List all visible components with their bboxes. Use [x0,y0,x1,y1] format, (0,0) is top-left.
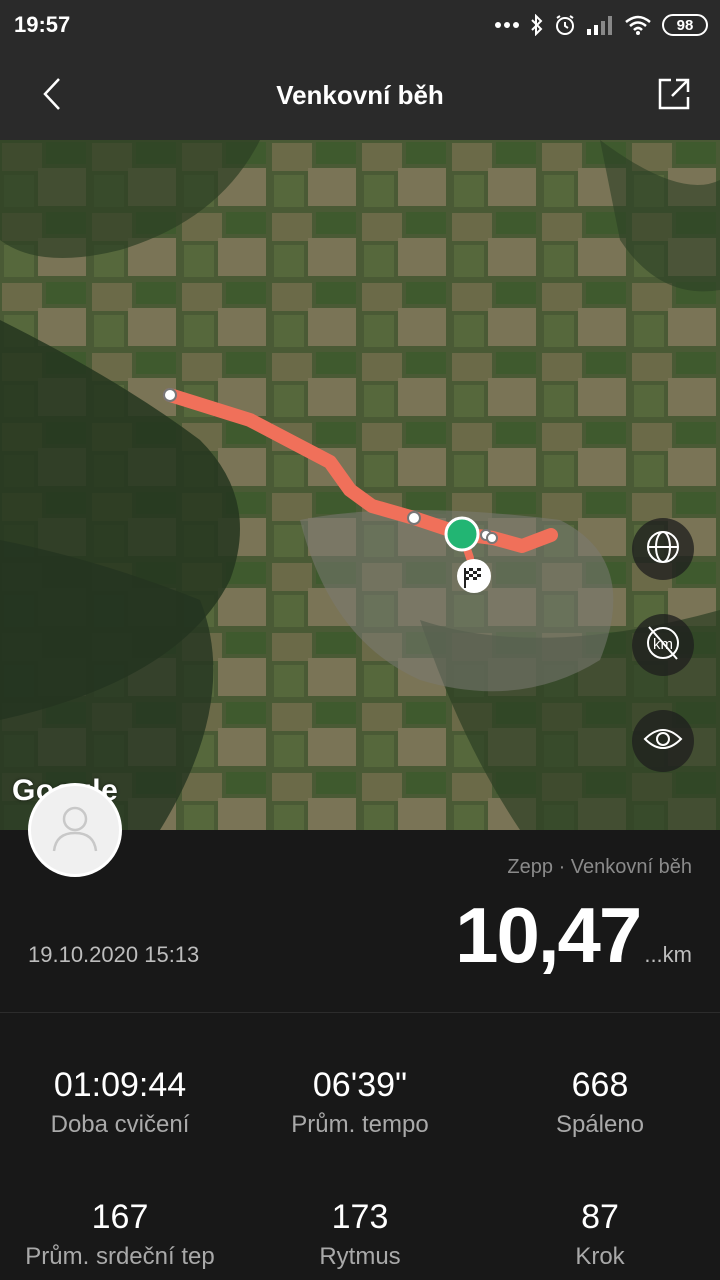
stat-label: Doba cvičení [50,1111,190,1138]
dots-icon [494,21,520,29]
finish-flag-icon [457,559,491,593]
avatar[interactable] [28,783,122,877]
stat-label: Rytmus [319,1243,401,1270]
stat-label: Krok [575,1243,625,1270]
eye-icon [643,726,683,757]
stat-label: Prům. tempo [291,1111,429,1138]
satellite-imagery [0,140,720,830]
alarm-icon [554,14,576,36]
stat-value: 668 [571,1066,629,1104]
distance-value: 10,47 [455,891,642,979]
stat-calories: 668 Spáleno [480,1066,720,1139]
share-icon [657,77,691,116]
user-icon [48,801,102,860]
stat-label: Prům. srdeční tep [25,1243,215,1270]
route-point [407,511,421,525]
wifi-icon [624,15,652,35]
battery-icon: 98 [662,14,708,36]
route-point [486,532,498,544]
route-point [163,388,177,402]
status-bar: 19:57 98 [0,0,720,52]
stat-heart-rate: 167 Prům. srdeční tep [0,1198,240,1271]
stat-label: Spáleno [555,1111,645,1138]
route-map[interactable]: km Google [0,140,720,830]
status-icons: 98 [494,10,708,40]
divider [0,1012,720,1013]
signal-icon [586,15,614,35]
globe-icon [645,529,681,570]
distance-unit: ...km [644,942,692,967]
activity-date: 19.10.2020 15:13 [28,942,200,967]
km-marker-toggle-icon: km [643,623,683,668]
status-time: 19:57 [14,12,71,37]
stat-pace: 06'39" Prům. tempo [240,1066,480,1139]
bluetooth-icon [530,14,544,36]
app-header: Venkovní běh [0,52,720,140]
stat-duration: 01:09:44 Doba cvičení [0,1066,240,1139]
map-type-button[interactable] [632,518,694,580]
stat-stride: 87 Krok [480,1198,720,1271]
stat-value: 173 [331,1198,389,1236]
stat-value: 06'39" [312,1066,408,1104]
distance-display: 10,47 ...km [455,890,692,981]
km-markers-toggle-button[interactable]: km [632,614,694,676]
stat-cadence: 173 Rytmus [240,1198,480,1271]
stat-value: 01:09:44 [53,1066,187,1104]
share-button[interactable] [650,72,698,120]
start-marker [444,516,480,552]
page-title: Venkovní běh [276,80,444,110]
stat-value: 167 [91,1198,149,1236]
view-toggle-button[interactable] [632,710,694,772]
stat-value: 87 [581,1198,619,1236]
activity-source: Zepp · Venkovní běh [507,856,692,878]
